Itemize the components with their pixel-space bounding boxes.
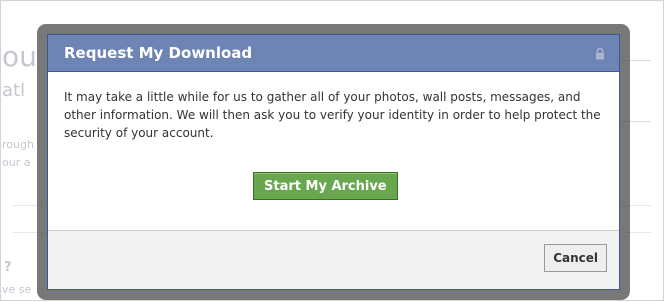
background-text-fragment: our a [2,156,31,169]
background-question-fragment: ? [4,260,12,275]
dialog-body: It may take a little while for us to gat… [48,72,619,142]
dialog-header: Request My Download [48,35,619,72]
cancel-button[interactable]: Cancel [544,244,607,272]
background-text-fragment: ve se [2,283,32,296]
background-subheading-fragment: atl [2,80,26,101]
dialog-footer: Cancel [48,230,619,289]
start-my-archive-button[interactable]: Start My Archive [253,172,398,200]
dialog-message: It may take a little while for us to gat… [64,90,601,140]
dialog-title: Request My Download [64,44,253,62]
request-download-dialog: Request My Download It may take a little… [47,34,620,290]
dialog-overlay-frame: Request My Download It may take a little… [37,24,630,300]
background-heading-fragment: ou [2,40,37,73]
background-text-fragment: rough [2,138,34,151]
lock-icon [595,45,605,64]
